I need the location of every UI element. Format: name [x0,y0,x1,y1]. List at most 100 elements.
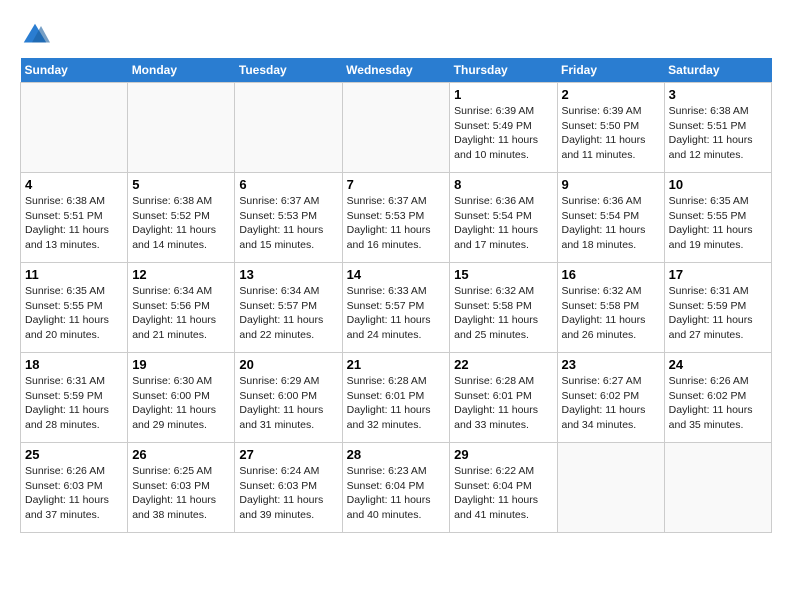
calendar-cell: 19 Sunrise: 6:30 AMSunset: 6:00 PMDayligh… [128,353,235,443]
calendar-cell [664,443,771,533]
day-number: 15 [454,267,552,282]
day-number: 24 [669,357,767,372]
day-info: Sunrise: 6:37 AMSunset: 5:53 PMDaylight:… [347,194,446,253]
day-number: 1 [454,87,552,102]
day-number: 25 [25,447,123,462]
day-info: Sunrise: 6:38 AMSunset: 5:51 PMDaylight:… [25,194,123,253]
calendar-cell: 15Sunrise: 6:32 AMSunset: 5:58 PMDayligh… [450,263,557,353]
day-info: Sunrise: 6:31 AMSunset: 5:59 PMDaylight:… [25,374,123,433]
day-info: Sunrise: 6:33 AMSunset: 5:57 PMDaylight:… [347,284,446,343]
calendar-cell [557,443,664,533]
day-number: 16 [562,267,660,282]
calendar-cell: 4 Sunrise: 6:38 AMSunset: 5:51 PMDaylight… [21,173,128,263]
calendar-cell: 18 Sunrise: 6:31 AMSunset: 5:59 PMDayligh… [21,353,128,443]
day-info: Sunrise: 6:39 AMSunset: 5:50 PMDaylight:… [562,104,660,163]
calendar-cell: 10 Sunrise: 6:35 AMSunset: 5:55 PMDayligh… [664,173,771,263]
calendar-table: SundayMondayTuesdayWednesdayThursdayFrid… [20,58,772,533]
day-number: 9 [562,177,660,192]
day-info: Sunrise: 6:34 AMSunset: 5:57 PMDaylight:… [239,284,337,343]
calendar-cell: 7 Sunrise: 6:37 AMSunset: 5:53 PMDaylight… [342,173,450,263]
day-info: Sunrise: 6:32 AMSunset: 5:58 PMDaylight:… [562,284,660,343]
calendar-cell: 14 Sunrise: 6:33 AMSunset: 5:57 PMDayligh… [342,263,450,353]
day-number: 17 [669,267,767,282]
day-number: 11 [25,267,123,282]
calendar-cell: 28Sunrise: 6:23 AMSunset: 6:04 PMDayligh… [342,443,450,533]
calendar-cell: 29 Sunrise: 6:22 AMSunset: 6:04 PMDayligh… [450,443,557,533]
calendar-cell [235,83,342,173]
calendar-cell: 25 Sunrise: 6:26 AMSunset: 6:03 PMDayligh… [21,443,128,533]
day-info: Sunrise: 6:38 AMSunset: 5:51 PMDaylight:… [669,104,767,163]
calendar-cell: 1 Sunrise: 6:39 AMSunset: 5:49 PMDaylight… [450,83,557,173]
day-of-week-header: Sunday [21,58,128,83]
calendar-cell: 2 Sunrise: 6:39 AMSunset: 5:50 PMDaylight… [557,83,664,173]
day-info: Sunrise: 6:34 AMSunset: 5:56 PMDaylight:… [132,284,230,343]
calendar-week-row: 11 Sunrise: 6:35 AMSunset: 5:55 PMDayligh… [21,263,772,353]
calendar-cell: 20Sunrise: 6:29 AMSunset: 6:00 PMDayligh… [235,353,342,443]
calendar-cell [21,83,128,173]
calendar-cell: 17 Sunrise: 6:31 AMSunset: 5:59 PMDayligh… [664,263,771,353]
day-info: Sunrise: 6:39 AMSunset: 5:49 PMDaylight:… [454,104,552,163]
calendar-cell: 6 Sunrise: 6:37 AMSunset: 5:53 PMDaylight… [235,173,342,263]
day-info: Sunrise: 6:22 AMSunset: 6:04 PMDaylight:… [454,464,552,523]
day-number: 5 [132,177,230,192]
calendar-cell: 23Sunrise: 6:27 AMSunset: 6:02 PMDayligh… [557,353,664,443]
calendar-cell: 13 Sunrise: 6:34 AMSunset: 5:57 PMDayligh… [235,263,342,353]
day-info: Sunrise: 6:30 AMSunset: 6:00 PMDaylight:… [132,374,230,433]
calendar-cell: 27 Sunrise: 6:24 AMSunset: 6:03 PMDayligh… [235,443,342,533]
calendar-cell: 22 Sunrise: 6:28 AMSunset: 6:01 PMDayligh… [450,353,557,443]
day-info: Sunrise: 6:31 AMSunset: 5:59 PMDaylight:… [669,284,767,343]
day-info: Sunrise: 6:37 AMSunset: 5:53 PMDaylight:… [239,194,337,253]
day-number: 7 [347,177,446,192]
day-number: 3 [669,87,767,102]
day-info: Sunrise: 6:26 AMSunset: 6:03 PMDaylight:… [25,464,123,523]
day-number: 26 [132,447,230,462]
calendar-cell: 24 Sunrise: 6:26 AMSunset: 6:02 PMDayligh… [664,353,771,443]
calendar-cell [342,83,450,173]
page-header [20,20,772,50]
day-number: 20 [239,357,337,372]
day-number: 21 [347,357,446,372]
day-number: 29 [454,447,552,462]
calendar-cell: 11 Sunrise: 6:35 AMSunset: 5:55 PMDayligh… [21,263,128,353]
calendar-cell: 5 Sunrise: 6:38 AMSunset: 5:52 PMDaylight… [128,173,235,263]
day-info: Sunrise: 6:28 AMSunset: 6:01 PMDaylight:… [347,374,446,433]
day-info: Sunrise: 6:35 AMSunset: 5:55 PMDaylight:… [25,284,123,343]
calendar-cell: 16 Sunrise: 6:32 AMSunset: 5:58 PMDayligh… [557,263,664,353]
day-info: Sunrise: 6:36 AMSunset: 5:54 PMDaylight:… [454,194,552,253]
day-number: 13 [239,267,337,282]
day-number: 4 [25,177,123,192]
calendar-week-row: 18 Sunrise: 6:31 AMSunset: 5:59 PMDayligh… [21,353,772,443]
day-of-week-header: Wednesday [342,58,450,83]
day-of-week-header: Tuesday [235,58,342,83]
calendar-week-row: 1 Sunrise: 6:39 AMSunset: 5:49 PMDaylight… [21,83,772,173]
day-info: Sunrise: 6:38 AMSunset: 5:52 PMDaylight:… [132,194,230,253]
day-info: Sunrise: 6:24 AMSunset: 6:03 PMDaylight:… [239,464,337,523]
day-number: 10 [669,177,767,192]
day-of-week-header: Saturday [664,58,771,83]
calendar-cell: 26Sunrise: 6:25 AMSunset: 6:03 PMDayligh… [128,443,235,533]
day-number: 18 [25,357,123,372]
day-info: Sunrise: 6:28 AMSunset: 6:01 PMDaylight:… [454,374,552,433]
calendar-cell: 21 Sunrise: 6:28 AMSunset: 6:01 PMDayligh… [342,353,450,443]
day-of-week-header: Thursday [450,58,557,83]
day-info: Sunrise: 6:27 AMSunset: 6:02 PMDaylight:… [562,374,660,433]
day-number: 19 [132,357,230,372]
calendar-cell: 9Sunrise: 6:36 AMSunset: 5:54 PMDaylight… [557,173,664,263]
calendar-cell: 12 Sunrise: 6:34 AMSunset: 5:56 PMDayligh… [128,263,235,353]
calendar-week-row: 25 Sunrise: 6:26 AMSunset: 6:03 PMDayligh… [21,443,772,533]
calendar-cell [128,83,235,173]
day-number: 2 [562,87,660,102]
day-number: 6 [239,177,337,192]
logo-icon [20,20,50,50]
calendar-cell: 8 Sunrise: 6:36 AMSunset: 5:54 PMDaylight… [450,173,557,263]
day-number: 27 [239,447,337,462]
day-info: Sunrise: 6:23 AMSunset: 6:04 PMDaylight:… [347,464,446,523]
calendar-cell: 3 Sunrise: 6:38 AMSunset: 5:51 PMDaylight… [664,83,771,173]
day-number: 22 [454,357,552,372]
day-number: 12 [132,267,230,282]
calendar-header-row: SundayMondayTuesdayWednesdayThursdayFrid… [21,58,772,83]
day-number: 8 [454,177,552,192]
day-info: Sunrise: 6:35 AMSunset: 5:55 PMDaylight:… [669,194,767,253]
day-number: 14 [347,267,446,282]
day-info: Sunrise: 6:26 AMSunset: 6:02 PMDaylight:… [669,374,767,433]
